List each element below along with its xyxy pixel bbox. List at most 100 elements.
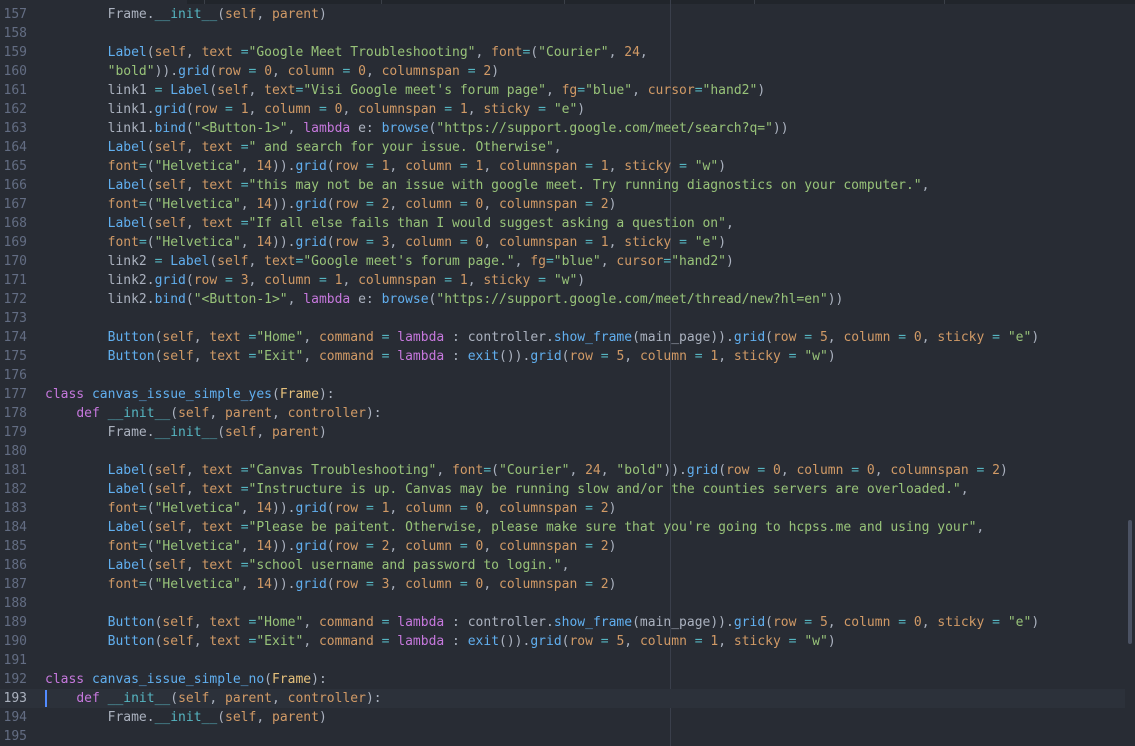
line-number: 192 (3, 672, 27, 687)
code-line[interactable]: 172 link2.bind("<Button-1>", lambda e: b… (0, 290, 1125, 309)
code-line[interactable]: 181 Label(self, text ="Canvas Troublesho… (0, 461, 1125, 480)
code-line[interactable]: 164 Label(self, text =" and search for y… (0, 138, 1125, 157)
line-number: 159 (3, 45, 27, 60)
code-line[interactable]: 169 font=("Helvetica", 14)).grid(row = 3… (0, 233, 1125, 252)
code-text[interactable]: link2.bind("<Button-1>", lambda e: brows… (45, 290, 844, 309)
line-number: 190 (3, 634, 27, 649)
line-number: 185 (3, 539, 27, 554)
code-text[interactable]: Label(self, text ="this may not be an is… (45, 176, 930, 195)
code-line[interactable]: 165 font=("Helvetica", 14)).grid(row = 1… (0, 157, 1125, 176)
code-line[interactable]: 194 Frame.__init__(self, parent) (0, 708, 1125, 727)
code-text[interactable]: "bold")).grid(row = 0, column = 0, colum… (45, 62, 499, 81)
code-line[interactable]: 176 (0, 366, 1125, 385)
line-number: 177 (3, 387, 27, 402)
line-number: 178 (3, 406, 27, 421)
line-number: 173 (3, 311, 27, 326)
code-text[interactable]: def __init__(self, parent, controller): (45, 689, 381, 708)
tab-divider (564, 0, 565, 4)
code-line[interactable]: 159 Label(self, text ="Google Meet Troub… (0, 43, 1125, 62)
code-line[interactable]: 191 (0, 651, 1125, 670)
line-number: 169 (3, 235, 27, 250)
code-line[interactable]: 175 Button(self, text ="Exit", command =… (0, 347, 1125, 366)
code-line[interactable]: 168 Label(self, text ="If all else fails… (0, 214, 1125, 233)
code-line[interactable]: 158 (0, 24, 1125, 43)
code-text[interactable]: link1.bind("<Button-1>", lambda e: brows… (45, 119, 789, 138)
line-number: 195 (3, 729, 27, 744)
code-text[interactable]: class canvas_issue_simple_no(Frame): (45, 670, 327, 689)
code-line[interactable]: 186 Label(self, text ="school username a… (0, 556, 1125, 575)
code-line[interactable]: 166 Label(self, text ="this may not be a… (0, 176, 1125, 195)
code-text[interactable]: font=("Helvetica", 14)).grid(row = 2, co… (45, 537, 617, 556)
line-number: 186 (3, 558, 27, 573)
tab-divider (754, 0, 755, 4)
code-text[interactable]: Label(self, text =" and search for your … (45, 138, 562, 157)
tab-divider (944, 0, 945, 4)
tab-divider (381, 0, 382, 4)
code-line[interactable]: 171 link2.grid(row = 3, column = 1, colu… (0, 271, 1125, 290)
code-line[interactable]: 174 Button(self, text ="Home", command =… (0, 328, 1125, 347)
code-text[interactable]: def __init__(self, parent, controller): (45, 404, 381, 423)
line-number: 167 (3, 197, 27, 212)
code-line[interactable]: 177 class canvas_issue_simple_yes(Frame): (0, 385, 1125, 404)
code-line[interactable]: 188 (0, 594, 1125, 613)
code-text[interactable]: Frame.__init__(self, parent) (45, 423, 327, 442)
code-text[interactable]: Frame.__init__(self, parent) (45, 708, 327, 727)
line-number: 179 (3, 425, 27, 440)
code-line[interactable]: 195 (0, 727, 1125, 746)
code-text[interactable]: Frame.__init__(self, parent) (45, 5, 327, 24)
code-text[interactable]: Label(self, text ="If all else fails tha… (45, 214, 734, 233)
code-text[interactable]: link2.grid(row = 3, column = 1, columnsp… (45, 271, 586, 290)
code-line[interactable]: 173 (0, 309, 1125, 328)
tab-divider (204, 0, 205, 4)
code-text[interactable]: font=("Helvetica", 14)).grid(row = 1, co… (45, 499, 617, 518)
line-number: 182 (3, 482, 27, 497)
line-number: 164 (3, 140, 27, 155)
line-number: 171 (3, 273, 27, 288)
code-text[interactable]: class canvas_issue_simple_yes(Frame): (45, 385, 335, 404)
code-text[interactable]: Button(self, text ="Exit", command = lam… (45, 347, 836, 366)
code-line[interactable]: 162 link1.grid(row = 1, column = 0, colu… (0, 100, 1125, 119)
code-line[interactable]: 179 Frame.__init__(self, parent) (0, 423, 1125, 442)
code-line[interactable]: 180 (0, 442, 1125, 461)
code-text[interactable]: font=("Helvetica", 14)).grid(row = 3, co… (45, 575, 617, 594)
code-line[interactable]: 160 "bold")).grid(row = 0, column = 0, c… (0, 62, 1125, 81)
code-text[interactable]: Button(self, text ="Exit", command = lam… (45, 632, 836, 651)
text-cursor (45, 690, 47, 707)
code-text[interactable]: Label(self, text ="Instructure is up. Ca… (45, 480, 969, 499)
code-text[interactable]: font=("Helvetica", 14)).grid(row = 3, co… (45, 233, 726, 252)
code-text[interactable]: link2 = Label(self, text="Google meet's … (45, 252, 734, 271)
code-text[interactable]: Label(self, text ="school username and p… (45, 556, 570, 575)
line-number: 165 (3, 159, 27, 174)
code-line[interactable]: 184 Label(self, text ="Please be paitent… (0, 518, 1125, 537)
code-line[interactable]: 185 font=("Helvetica", 14)).grid(row = 2… (0, 537, 1125, 556)
code-text[interactable]: Label(self, text ="Canvas Troubleshootin… (45, 461, 1008, 480)
line-number: 189 (3, 615, 27, 630)
code-text[interactable]: Button(self, text ="Home", command = lam… (45, 328, 1040, 347)
code-line[interactable]: 170 link2 = Label(self, text="Google mee… (0, 252, 1125, 271)
code-line[interactable]: 183 font=("Helvetica", 14)).grid(row = 1… (0, 499, 1125, 518)
code-text[interactable]: link1.grid(row = 1, column = 0, columnsp… (45, 100, 586, 119)
code-line[interactable]: 187 font=("Helvetica", 14)).grid(row = 3… (0, 575, 1125, 594)
code-text[interactable]: Button(self, text ="Home", command = lam… (45, 613, 1040, 632)
code-line[interactable]: 178 def __init__(self, parent, controlle… (0, 404, 1125, 423)
code-line[interactable]: 167 font=("Helvetica", 14)).grid(row = 2… (0, 195, 1125, 214)
code-line[interactable]: 189 Button(self, text ="Home", command =… (0, 613, 1125, 632)
code-line[interactable]: 157 Frame.__init__(self, parent) (0, 5, 1125, 24)
code-line[interactable]: 163 link1.bind("<Button-1>", lambda e: b… (0, 119, 1125, 138)
code-line[interactable]: 192 class canvas_issue_simple_no(Frame): (0, 670, 1125, 689)
code-line[interactable]: 190 Button(self, text ="Exit", command =… (0, 632, 1125, 651)
code-text[interactable]: Label(self, text ="Google Meet Troublesh… (45, 43, 648, 62)
code-text[interactable]: link1 = Label(self, text="Visi Google me… (45, 81, 766, 100)
line-number: 162 (3, 102, 27, 117)
vertical-scrollbar[interactable] (1128, 520, 1132, 644)
code-editor[interactable]: 157 Frame.__init__(self, parent) 158 159 L… (0, 0, 1135, 746)
code-text[interactable]: font=("Helvetica", 14)).grid(row = 2, co… (45, 195, 617, 214)
line-number: 180 (3, 444, 27, 459)
code-line[interactable]: 161 link1 = Label(self, text="Visi Googl… (0, 81, 1125, 100)
line-number: 168 (3, 216, 27, 231)
code-line[interactable]: 182 Label(self, text ="Instructure is up… (0, 480, 1125, 499)
code-line[interactable]: 193 def __init__(self, parent, controlle… (0, 689, 1125, 708)
code-text[interactable]: Label(self, text ="Please be paitent. Ot… (45, 518, 985, 537)
line-number: 187 (3, 577, 27, 592)
code-text[interactable]: font=("Helvetica", 14)).grid(row = 1, co… (45, 157, 726, 176)
